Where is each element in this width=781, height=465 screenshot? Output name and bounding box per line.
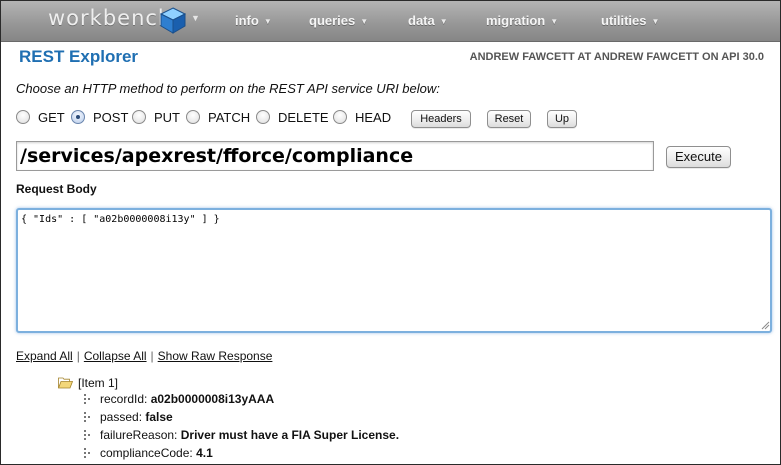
reset-button[interactable]: Reset [487,110,531,128]
page-title: REST Explorer [19,47,139,66]
field-key: recordId: [100,392,148,406]
top-nav-bar: workbench ▼ info ▼ queries ▼ data ▼ migrati… [1,1,780,42]
tree-leaf-icon [84,412,90,422]
field-key: failureReason: [100,428,178,442]
field-entry: complianceCode: 4.1 [100,446,213,460]
menu-label: utilities [601,13,647,28]
menu-migration[interactable]: migration ▼ [486,13,558,28]
field-entry: recordId: a02b0000008i13yAAA [100,392,274,406]
tree-leaf-icon [84,430,90,440]
tree-node-label: [Item 1] [78,376,119,390]
chevron-down-icon: ▼ [651,17,660,26]
field-entry: failureReason: Driver must have a FIA Su… [100,428,399,442]
method-label: PATCH [208,110,251,125]
brand-menu-caret-icon[interactable]: ▼ [191,13,200,23]
tree-leaf-icon [84,394,90,404]
method-label: DELETE [278,110,329,125]
field-value: false [145,410,173,424]
up-button[interactable]: Up [547,110,577,128]
link-separator: | [76,349,80,363]
radio-button[interactable] [256,110,270,124]
instruction-text: Choose an HTTP method to perform on the … [16,81,440,96]
menu-label: data [408,13,435,28]
chevron-down-icon: ▼ [550,17,559,26]
execute-button[interactable]: Execute [666,146,731,168]
radio-button[interactable] [132,110,146,124]
resize-grip-icon[interactable] [761,321,770,330]
chevron-down-icon: ▼ [263,17,272,26]
result-links: Expand All | Collapse All | Show Raw Respons… [16,349,272,363]
method-label: PUT [154,110,180,125]
method-label: POST [93,110,129,125]
menu-queries[interactable]: queries ▼ [309,13,368,28]
radio-button[interactable] [16,110,30,124]
field-key: complianceCode: [100,446,193,460]
brand-logo-text[interactable]: workbench [48,6,172,30]
field-value: Driver must have a FIA Super License. [180,428,400,442]
menu-label: info [235,13,259,28]
radio-button[interactable] [333,110,347,124]
chevron-down-icon: ▼ [360,17,369,26]
request-body-textarea[interactable]: { "Ids" : [ "a02b0000008i13y" ] } [16,208,772,333]
request-body-label: Request Body [16,182,97,196]
collapse-all-link[interactable]: Collapse All [84,349,147,363]
uri-input[interactable] [16,141,654,171]
link-separator: | [150,349,154,363]
field-value: 4.1 [196,446,213,460]
menu-utilities[interactable]: utilities ▼ [601,13,659,28]
menu-label: migration [486,13,546,28]
cube-icon [159,7,187,34]
menu-label: queries [309,13,356,28]
field-value: a02b0000008i13yAAA [150,392,275,406]
method-label: HEAD [355,110,392,125]
field-key: passed: [100,410,143,424]
radio-button-selected[interactable] [71,110,85,124]
menu-info[interactable]: info ▼ [235,13,272,28]
field-entry: passed: false [100,410,173,424]
menu-data[interactable]: data ▼ [408,13,448,28]
headers-button[interactable]: Headers [411,110,471,128]
user-info: ANDREW FAWCETT AT ANDREW FAWCETT ON API … [469,51,764,63]
chevron-down-icon: ▼ [439,17,448,26]
expand-all-link[interactable]: Expand All [16,349,73,363]
app-window: workbench ▼ info ▼ queries ▼ data ▼ migrati… [0,0,781,465]
radio-button[interactable] [186,110,200,124]
tree-leaf-icon [84,448,90,458]
show-raw-response-link[interactable]: Show Raw Response [158,349,273,363]
folder-open-icon [58,377,73,389]
method-label: GET [38,110,65,125]
